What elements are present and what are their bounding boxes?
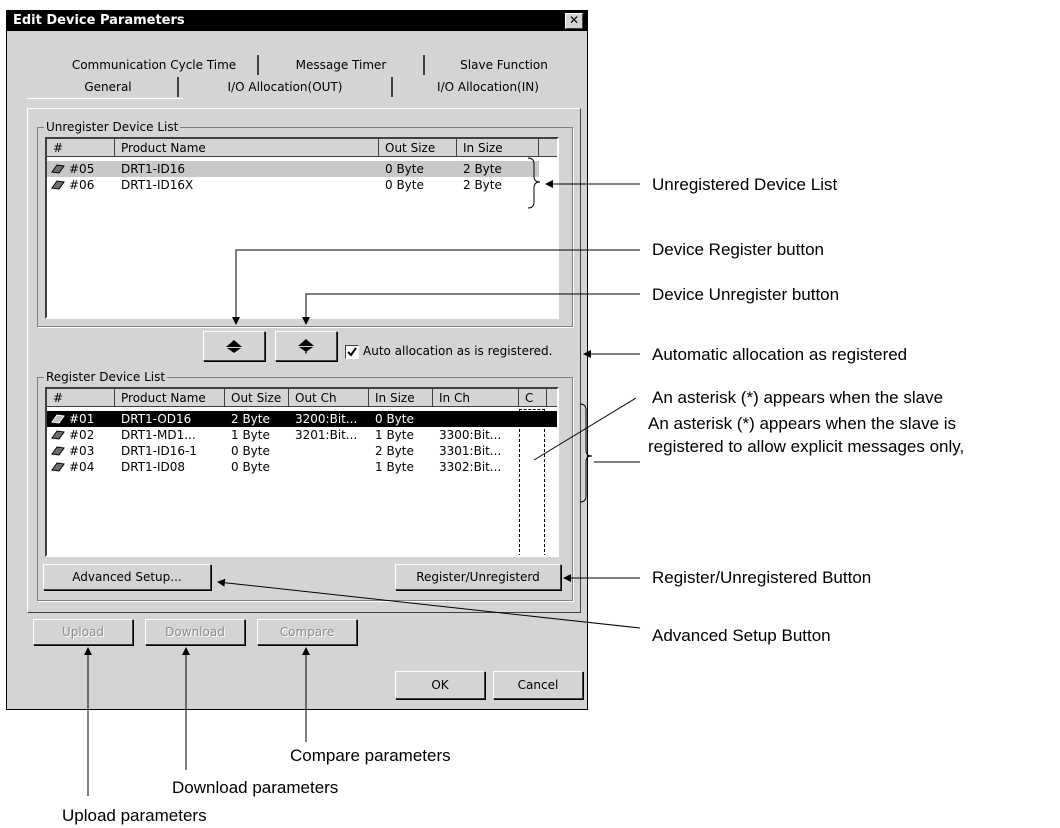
unregistered-brace	[527, 157, 541, 209]
annotation-upload-parameters: Upload parameters	[62, 806, 207, 825]
annotation-compare-parameters: Compare parameters	[290, 746, 451, 765]
annotation-unregistered-device-list: Unregistered Device List	[652, 175, 838, 194]
annotation-asterisk-line-3: registered to allow explicit messages on…	[648, 437, 965, 456]
annotation-download-parameters: Download parameters	[172, 778, 339, 797]
register-list-brace	[579, 403, 593, 503]
asterisk-leader	[533, 397, 637, 461]
annotation-advanced-setup-button: Advanced Setup Button	[652, 626, 831, 645]
annotation-asterisk-line-2: An asterisk (*) appears when the slave i…	[648, 414, 957, 433]
advanced-setup-leader	[217, 578, 641, 629]
device-unregister-leader	[302, 293, 640, 325]
device-register-leader	[232, 249, 640, 325]
annotation-asterisk-line-1: An asterisk (*) appears when the slave	[652, 388, 944, 407]
annotation-device-register-button: Device Register button	[652, 240, 824, 259]
annotation-device-unregister-button: Device Unregister button	[652, 285, 840, 304]
annotation-register-unregistered-button: Register/Unregistered Button	[652, 568, 872, 587]
annotation-automatic-allocation: Automatic allocation as registered	[652, 345, 908, 364]
